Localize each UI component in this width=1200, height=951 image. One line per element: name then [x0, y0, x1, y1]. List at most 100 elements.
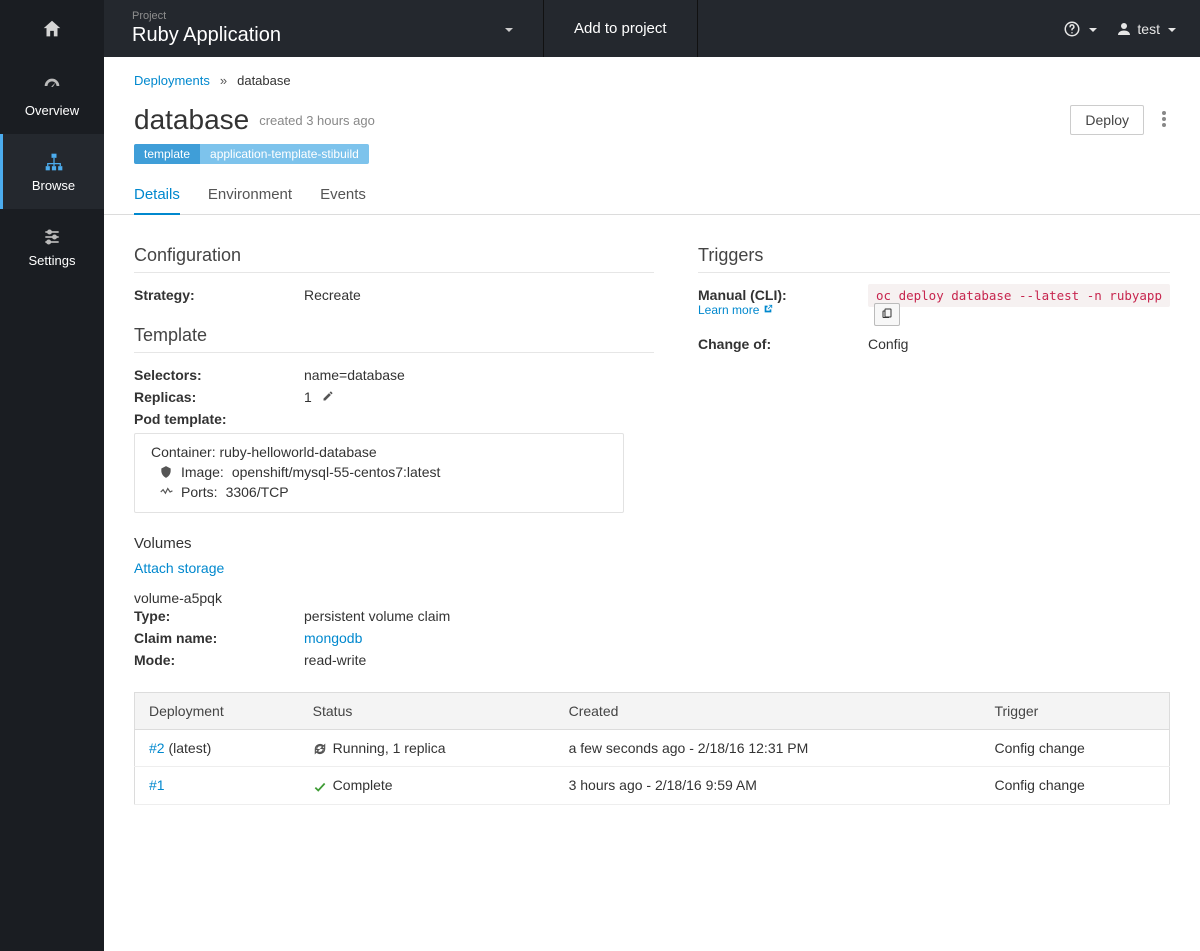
col-deployment: Deployment — [135, 693, 299, 730]
ports-icon — [159, 485, 173, 499]
manual-cli-label-text: Manual (CLI): — [698, 287, 787, 303]
breadcrumb: Deployments » database — [104, 57, 1200, 94]
add-to-project-button[interactable]: Add to project — [544, 0, 698, 57]
configuration-heading: Configuration — [134, 245, 654, 273]
replicas-label: Replicas: — [134, 389, 304, 405]
sidebar-item-settings[interactable]: Settings — [0, 209, 104, 284]
ports-line: Ports: 3306/TCP — [151, 484, 607, 500]
replicas-value: 1 — [304, 389, 654, 405]
created-text: 3 hours ago - 2/18/16 9:59 AM — [555, 767, 981, 804]
status-text: Complete — [333, 777, 393, 793]
volumes-heading: Volumes — [134, 535, 654, 552]
pod-template-label: Pod template: — [134, 411, 304, 427]
sidebar: Overview Browse Settings — [0, 0, 104, 951]
strategy-label: Strategy: — [134, 287, 304, 303]
tab-events[interactable]: Events — [320, 178, 366, 214]
change-of-label: Change of: — [698, 336, 868, 352]
container-value: ruby-helloworld-database — [219, 444, 376, 460]
replicas-count: 1 — [304, 389, 312, 405]
kebab-icon — [1162, 111, 1166, 127]
sidebar-item-overview[interactable]: Overview — [0, 57, 104, 134]
volume-mode-label: Mode: — [134, 652, 304, 668]
attach-storage-link[interactable]: Attach storage — [134, 560, 224, 576]
user-menu[interactable]: test — [1115, 20, 1176, 38]
project-name: Ruby Application — [132, 24, 483, 47]
page-meta: created 3 hours ago — [259, 113, 375, 128]
container-label: Container: — [151, 444, 216, 460]
trigger-text: Config change — [980, 730, 1169, 767]
col-trigger: Trigger — [980, 693, 1169, 730]
volume-type-value: persistent volume claim — [304, 608, 654, 624]
home-icon — [41, 18, 63, 40]
strategy-value: Recreate — [304, 287, 654, 303]
image-icon — [159, 465, 173, 479]
tab-details[interactable]: Details — [134, 178, 180, 215]
template-heading: Template — [134, 325, 654, 353]
user-icon — [1115, 20, 1133, 38]
badge-key[interactable]: template — [134, 144, 200, 164]
pencil-icon — [322, 390, 334, 402]
triggers-heading: Triggers — [698, 245, 1170, 273]
status-text: Running, 1 replica — [333, 740, 446, 756]
project-switcher[interactable]: Project Ruby Application — [104, 0, 544, 57]
page-header: database created 3 hours ago Deploy — [104, 94, 1200, 144]
help-menu[interactable] — [1063, 20, 1097, 38]
copy-button[interactable] — [874, 303, 900, 326]
deploy-button[interactable]: Deploy — [1070, 105, 1144, 135]
help-icon — [1063, 20, 1081, 38]
chevron-down-icon — [1164, 21, 1176, 37]
clipboard-icon — [881, 307, 893, 319]
page-title: database — [134, 104, 249, 136]
volume-claim-link[interactable]: mongodb — [304, 630, 362, 646]
tabs: Details Environment Events — [104, 178, 1200, 215]
check-icon — [313, 780, 327, 794]
table-row: #2 (latest) Running, 1 replica a few secon… — [135, 730, 1170, 767]
sidebar-item-label: Browse — [3, 178, 104, 193]
sitemap-icon — [44, 152, 64, 172]
breadcrumb-root[interactable]: Deployments — [134, 73, 210, 88]
manual-cli-value: oc deploy database --latest -n rubyapp — [868, 287, 1170, 326]
deployment-link[interactable]: #2 — [149, 740, 165, 756]
external-link-icon — [763, 304, 773, 314]
refresh-icon — [313, 742, 327, 756]
selectors-label: Selectors: — [134, 367, 304, 383]
chevron-down-icon — [1085, 21, 1097, 37]
created-text: a few seconds ago - 2/18/16 12:31 PM — [555, 730, 981, 767]
breadcrumb-current: database — [237, 73, 291, 88]
topbar-right: test — [1063, 0, 1200, 57]
col-status: Status — [299, 693, 555, 730]
breadcrumb-sep: » — [220, 73, 227, 88]
change-of-value: Config — [868, 336, 1170, 352]
learn-more-link[interactable]: Learn more — [698, 303, 868, 317]
volume-mode-value: read-write — [304, 652, 654, 668]
selectors-value: name=database — [304, 367, 654, 383]
trigger-text: Config change — [980, 767, 1169, 804]
triggers-column: Triggers Manual (CLI): Learn more oc dep… — [698, 239, 1170, 668]
volume-name: volume-a5pqk — [134, 590, 654, 606]
pod-template-box: Container: ruby-helloworld-database Imag… — [134, 433, 624, 513]
sidebar-item-label: Settings — [0, 253, 104, 268]
home-button[interactable] — [0, 0, 104, 57]
image-label: Image: — [181, 464, 224, 480]
topbar: Project Ruby Application Add to project … — [104, 0, 1200, 57]
col-created: Created — [555, 693, 981, 730]
kebab-menu[interactable] — [1158, 107, 1170, 134]
cli-command: oc deploy database --latest -n rubyapp — [868, 284, 1170, 307]
tab-environment[interactable]: Environment — [208, 178, 292, 214]
table-row: #1 Complete 3 hours ago - 2/18/16 9:59 AMC… — [135, 767, 1170, 804]
project-eyebrow: Project — [132, 10, 483, 22]
edit-replicas-button[interactable] — [322, 389, 334, 405]
volume-claim-label: Claim name: — [134, 630, 304, 646]
deployments-table: Deployment Status Created Trigger #2 (la… — [134, 692, 1170, 805]
learn-more-text: Learn more — [698, 303, 759, 317]
badge-value[interactable]: application-template-stibuild — [200, 144, 369, 164]
sidebar-item-browse[interactable]: Browse — [0, 134, 104, 209]
config-column: Configuration Strategy: Recreate Templat… — [134, 239, 654, 668]
add-to-project-label: Add to project — [574, 20, 667, 37]
username: test — [1137, 21, 1160, 37]
ports-value: 3306/TCP — [226, 484, 289, 500]
deployment-suffix: (latest) — [165, 740, 212, 756]
deployment-link[interactable]: #1 — [149, 777, 165, 793]
chevron-down-icon — [501, 21, 513, 37]
sliders-icon — [42, 227, 62, 247]
